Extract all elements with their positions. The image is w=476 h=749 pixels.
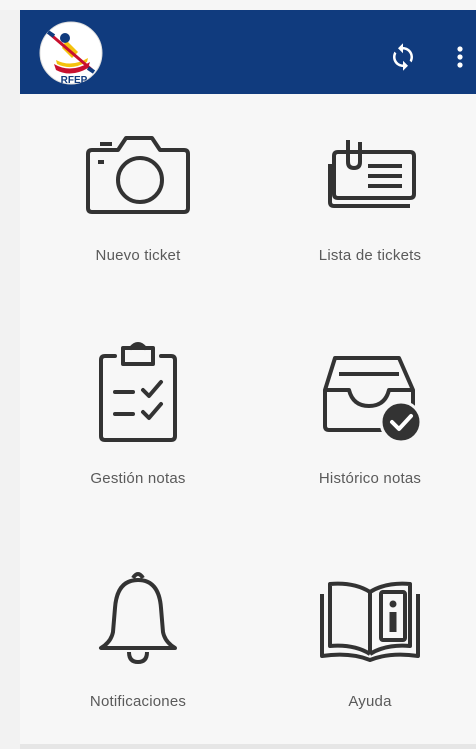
app-toolbar: RFEP <box>20 10 476 94</box>
bell-icon <box>99 572 177 664</box>
menu-grid: Nuevo ticket Lista de tickets Gestión no… <box>20 94 476 749</box>
rfep-logo-icon: RFEP <box>39 21 103 86</box>
logo-text: RFEP <box>61 75 88 86</box>
menu-item-label: Notificaciones <box>89 693 187 710</box>
ticket-list-icon <box>328 140 416 208</box>
camera-icon <box>86 136 190 214</box>
menu-item-notes-management[interactable]: Gestión notas <box>28 336 248 506</box>
menu-item-label: Histórico notas <box>318 470 422 487</box>
clipboard-check-icon <box>99 342 177 442</box>
screen-edge <box>0 10 20 749</box>
menu-item-label: Nuevo ticket <box>95 247 181 264</box>
inbox-check-icon <box>323 356 423 444</box>
status-bar <box>0 0 476 10</box>
app-screen: RFEP Nuevo ticket Lista de tickets Gesti… <box>0 0 476 749</box>
menu-item-label: Lista de tickets <box>318 247 422 264</box>
menu-item-label: Gestión notas <box>90 470 186 487</box>
sync-icon[interactable] <box>388 42 418 72</box>
book-info-icon <box>320 581 420 662</box>
more-vert-icon[interactable] <box>448 42 472 72</box>
menu-item-new-ticket[interactable]: Nuevo ticket <box>28 114 248 284</box>
menu-item-notifications[interactable]: Notificaciones <box>28 560 248 730</box>
menu-item-label: Ayuda <box>348 693 392 710</box>
menu-item-help[interactable]: Ayuda <box>260 560 476 730</box>
bottom-divider <box>20 744 476 749</box>
menu-item-ticket-list[interactable]: Lista de tickets <box>260 114 476 284</box>
menu-item-notes-history[interactable]: Histórico notas <box>260 336 476 506</box>
